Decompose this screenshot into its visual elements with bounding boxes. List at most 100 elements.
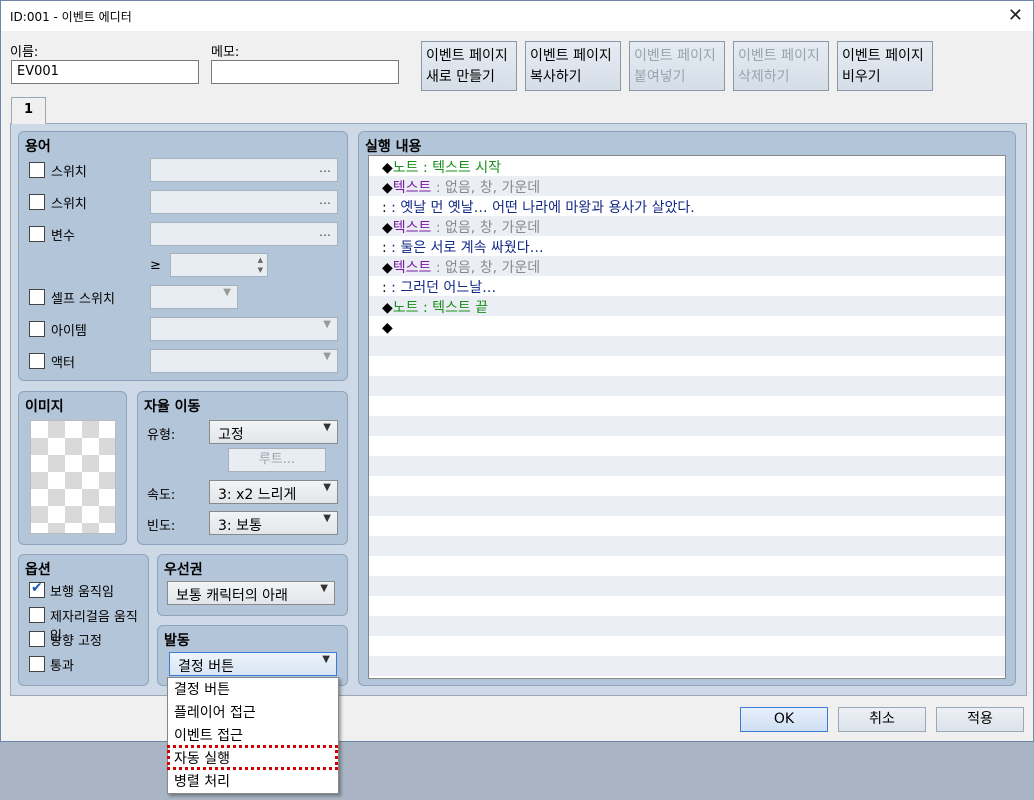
event-editor-window: ID:001 - 이벤트 에디터 ✕ 이름: EV001 메모: 이벤트 페이지… <box>0 0 1034 742</box>
command-line[interactable]: ◆텍스트 : 없음, 창, 가운데 <box>382 218 540 238</box>
chevron-down-icon: ▼ <box>323 422 331 433</box>
command-line[interactable]: ◆텍스트 : 없음, 창, 가운데 <box>382 178 540 198</box>
command-name: 노트 <box>392 160 419 176</box>
conditions-group: 용어 스위치 … 스위치 … 변수 … ≥ ▲ ▼ 셀프 스위치 ▼ 아이템 ▼… <box>18 131 348 381</box>
chevron-down-icon: ▼ <box>223 287 231 298</box>
new-page-button[interactable]: 이벤트 페이지 새로 만들기 <box>421 41 517 91</box>
ellipsis-icon: … <box>319 193 331 207</box>
command-line-empty[interactable]: ◆ <box>382 318 393 338</box>
priority-title: 우선권 <box>164 562 203 578</box>
priority-value: 보통 캐릭터의 아래 <box>176 588 288 604</box>
clear-page-label-2: 비우기 <box>842 69 881 85</box>
diamond-icon: ◆ <box>382 320 393 336</box>
ellipsis-icon: … <box>319 225 331 239</box>
gte-symbol: ≥ <box>150 258 161 273</box>
switch2-selector[interactable]: … <box>150 190 338 214</box>
new-page-label-2: 새로 만들기 <box>426 69 495 85</box>
command-line[interactable]: ◆텍스트 : 없음, 창, 가운데 <box>382 258 540 278</box>
contents-title: 실행 내용 <box>365 139 422 155</box>
command-line[interactable]: ◆노트 : 텍스트 시작 <box>382 158 501 178</box>
self-switch-checkbox[interactable] <box>29 289 45 305</box>
spin-up-icon[interactable]: ▲ <box>258 256 263 264</box>
actor-checkbox[interactable] <box>29 353 45 369</box>
command-line[interactable]: : : 그러던 어느날… <box>382 278 496 298</box>
self-switch-select[interactable]: ▼ <box>150 285 238 309</box>
frequency-value: 3: 보통 <box>218 518 262 534</box>
autorun-highlight-box <box>167 745 338 770</box>
paste-page-label-2: 붙여넣기 <box>634 69 686 85</box>
command-separator: : <box>431 220 446 236</box>
frequency-label: 빈도: <box>147 519 176 534</box>
command-line[interactable]: : : 둘은 서로 계속 싸웠다… <box>382 238 544 258</box>
command-separator: : <box>386 240 401 256</box>
priority-group: 우선권 보통 캐릭터의 아래 ▼ <box>157 554 348 616</box>
close-icon[interactable]: ✕ <box>1008 5 1023 26</box>
item-select[interactable]: ▼ <box>150 317 338 341</box>
speed-select[interactable]: 3: x2 느리게 ▼ <box>209 480 338 504</box>
priority-select[interactable]: 보통 캐릭터의 아래 ▼ <box>167 581 335 605</box>
spin-down-icon[interactable]: ▼ <box>258 266 263 274</box>
command-separator: : <box>386 200 401 216</box>
ellipsis-icon: … <box>319 161 331 175</box>
command-argument: 없음, 창, 가운데 <box>445 260 541 276</box>
character-image-preview[interactable] <box>30 420 116 534</box>
command-separator: : <box>431 260 446 276</box>
route-button[interactable]: 루트... <box>228 448 326 472</box>
actor-label: 액터 <box>51 356 75 371</box>
item-checkbox[interactable] <box>29 321 45 337</box>
command-separator: : <box>431 180 446 196</box>
switch2-label: 스위치 <box>51 197 87 212</box>
title-bar: ID:001 - 이벤트 에디터 ✕ <box>1 1 1033 31</box>
variable-selector[interactable]: … <box>150 222 338 246</box>
direction-fix-checkbox[interactable] <box>29 631 45 647</box>
name-field[interactable]: EV001 <box>11 60 199 84</box>
trigger-dropdown-list: 결정 버튼 플레이어 접근 이벤트 접근 자동 실행 병렬 처리 <box>167 677 339 794</box>
message-text: 그러던 어느날… <box>400 280 497 296</box>
copy-page-button[interactable]: 이벤트 페이지 복사하기 <box>525 41 621 91</box>
options-group: 옵션 보행 움직임 제자리걸음 움직임 방향 고정 통과 <box>18 554 149 686</box>
memo-label: 메모: <box>211 45 240 60</box>
variable-checkbox[interactable] <box>29 226 45 242</box>
item-label: 아이템 <box>51 324 87 339</box>
variable-label: 변수 <box>51 229 75 244</box>
trigger-option-parallel[interactable]: 병렬 처리 <box>174 771 230 793</box>
options-title: 옵션 <box>25 562 51 578</box>
trigger-select[interactable]: 결정 버튼 ▼ <box>169 652 337 676</box>
chevron-down-icon: ▼ <box>323 482 331 493</box>
actor-select[interactable]: ▼ <box>150 349 338 373</box>
switch2-checkbox[interactable] <box>29 194 45 210</box>
tab-page-1[interactable]: 1 <box>11 97 46 124</box>
frequency-select[interactable]: 3: 보통 ▼ <box>209 511 338 535</box>
command-name: 노트 <box>392 300 419 316</box>
trigger-option-event-touch[interactable]: 이벤트 접근 <box>174 725 243 747</box>
walking-checkbox[interactable] <box>29 580 45 598</box>
command-argument: 텍스트 끝 <box>432 300 489 316</box>
command-line[interactable]: : : 옛날 먼 옛날… 어떤 나라에 마왕과 용사가 살았다. <box>382 198 695 218</box>
speed-value: 3: x2 느리게 <box>218 487 297 503</box>
command-separator: : <box>418 160 433 176</box>
memo-field[interactable] <box>211 60 399 84</box>
clear-page-label-1: 이벤트 페이지 <box>842 48 924 64</box>
stepping-checkbox[interactable] <box>29 607 45 623</box>
paste-page-button[interactable]: 이벤트 페이지 붙여넣기 <box>629 41 725 91</box>
switch1-selector[interactable]: … <box>150 158 338 182</box>
switch1-checkbox[interactable] <box>29 162 45 178</box>
command-line[interactable]: ◆노트 : 텍스트 끝 <box>382 298 488 318</box>
delete-page-button[interactable]: 이벤트 페이지 삭제하기 <box>733 41 829 91</box>
command-separator: : <box>386 280 401 296</box>
trigger-option-player-touch[interactable]: 플레이어 접근 <box>174 702 256 724</box>
new-page-label-1: 이벤트 페이지 <box>426 48 508 64</box>
through-checkbox[interactable] <box>29 656 45 672</box>
command-list[interactable]: ◆노트 : 텍스트 시작 ◆텍스트 : 없음, 창, 가운데 : : 옛날 먼 … <box>368 155 1006 679</box>
window-title: ID:001 - 이벤트 에디터 <box>10 10 132 24</box>
movement-type-select[interactable]: 고정 ▼ <box>209 420 338 444</box>
copy-page-label-1: 이벤트 페이지 <box>530 48 612 64</box>
trigger-option-action-button[interactable]: 결정 버튼 <box>174 679 230 701</box>
cancel-button[interactable]: 취소 <box>838 707 926 732</box>
command-argument: 없음, 창, 가운데 <box>445 220 541 236</box>
clear-page-button[interactable]: 이벤트 페이지 비우기 <box>837 41 933 91</box>
apply-button[interactable]: 적용 <box>936 707 1024 732</box>
ok-button[interactable]: OK <box>740 707 828 732</box>
chevron-down-icon: ▼ <box>320 583 328 594</box>
variable-value-spinner[interactable]: ▲ ▼ <box>170 253 268 277</box>
